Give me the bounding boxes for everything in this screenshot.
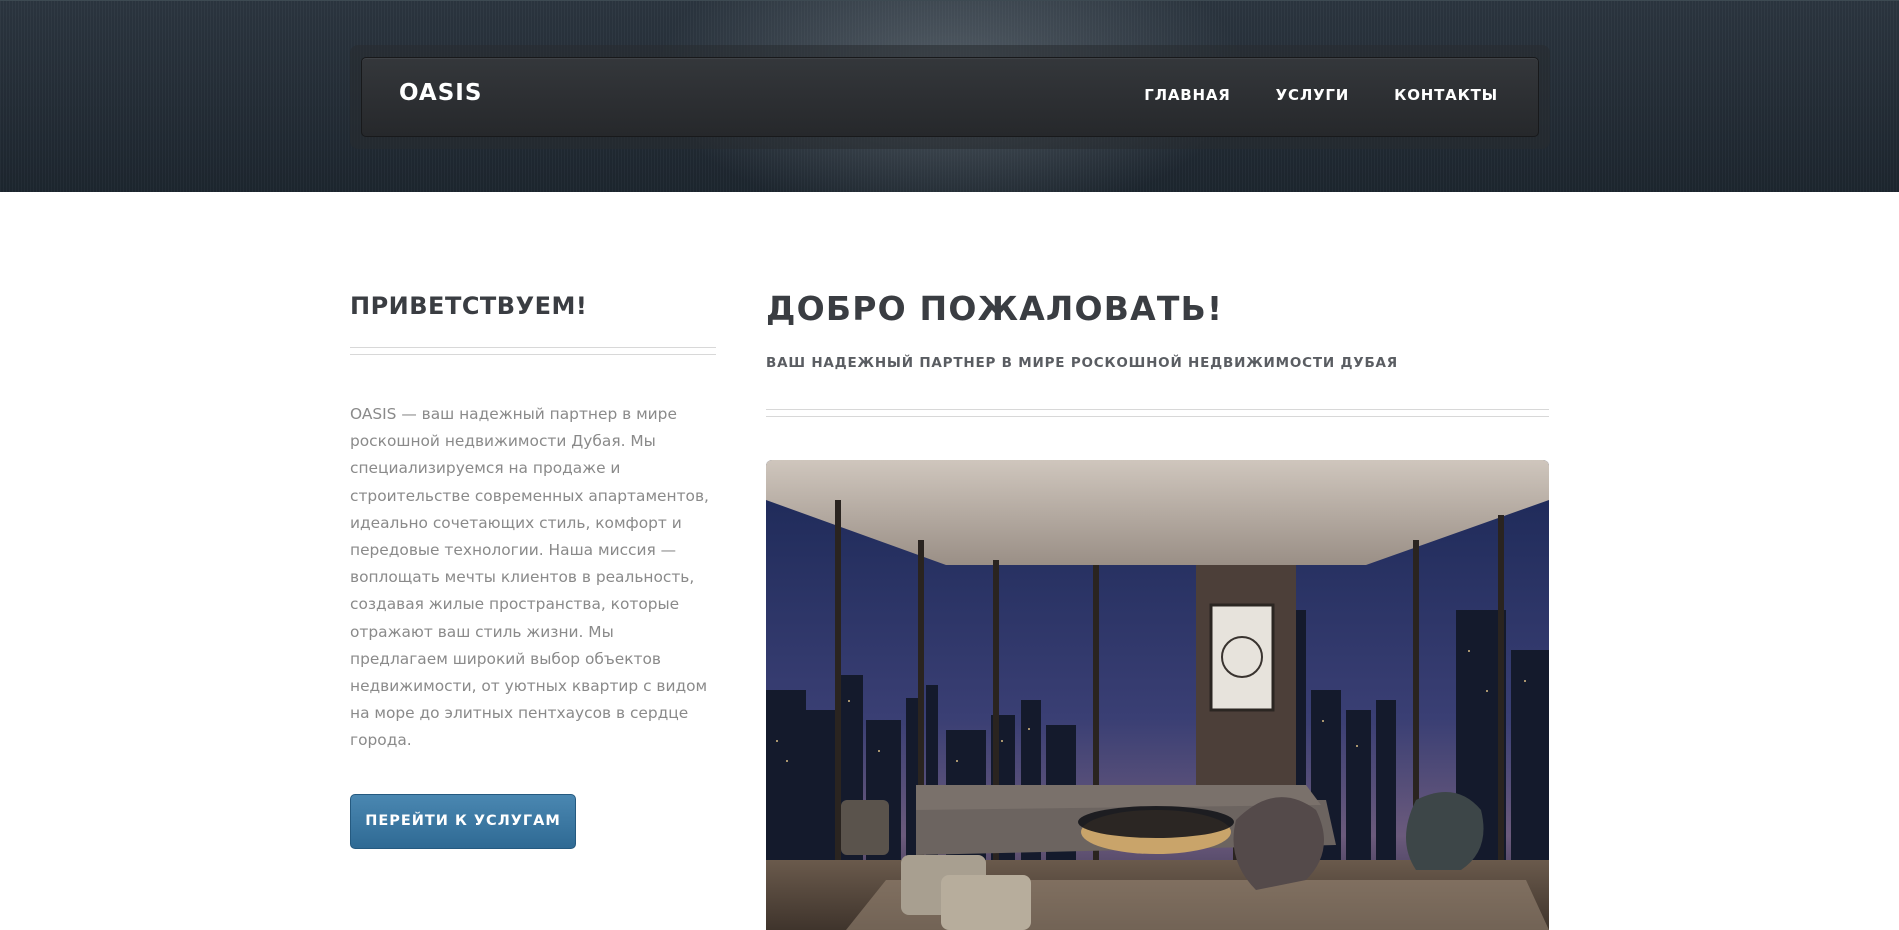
main-nav: ГЛАВНАЯ УСЛУГИ КОНТАКТЫ [1144,86,1498,104]
nav-link-contacts[interactable]: КОНТАКТЫ [1394,86,1498,104]
nav-link-services[interactable]: УСЛУГИ [1276,86,1350,104]
sidebar-text: OASIS — ваш надежный партнер в мире роск… [350,405,709,750]
nav-link-home[interactable]: ГЛАВНАЯ [1144,86,1230,104]
page-subtitle: ВАШ НАДЕЖНЫЙ ПАРТНЕР В МИРЕ РОСКОШНОЙ НЕ… [766,355,1399,371]
welcome-sidebar: ПРИВЕТСТВУЕМ! OASIS — ваш надежный партн… [350,292,716,849]
services-button[interactable]: ПЕРЕЙТИ К УСЛУГАМ [350,793,576,849]
site-logo[interactable]: OASIS [399,80,482,106]
sidebar-title: ПРИВЕТСТВУЕМ! [350,292,588,320]
divider [766,409,1549,417]
main-content: ДОБРО ПОЖАЛОВАТЬ! ВАШ НАДЕЖНЫЙ ПАРТНЕР В… [766,289,1549,417]
page-title: ДОБРО ПОЖАЛОВАТЬ! [766,289,1224,328]
hero-image [766,460,1549,930]
divider [350,347,716,355]
